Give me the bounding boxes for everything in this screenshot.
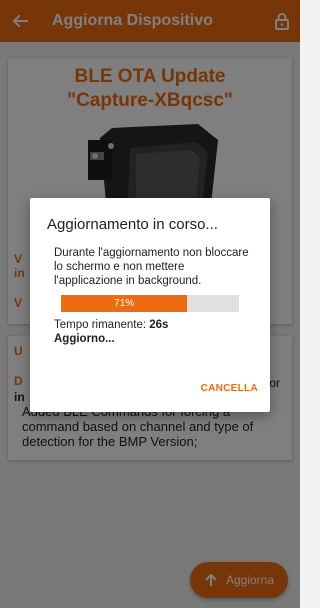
cancel-button[interactable]: CANCELLA — [201, 383, 258, 394]
progress-dialog: Aggiornamento in corso... Durante l'aggi… — [30, 198, 270, 412]
dialog-message: Durante l'aggiornamento non bloccare lo … — [54, 247, 249, 287]
dialog-title: Aggiornamento in corso... — [47, 216, 218, 233]
time-remaining: Tempo rimanente: 26s — [54, 319, 168, 331]
time-remaining-label: Tempo rimanente: — [54, 319, 150, 331]
time-remaining-value: 26s — [149, 319, 169, 331]
progress-bar: 71% — [61, 295, 239, 312]
update-status: Aggiorno... — [54, 333, 115, 345]
progress-label: 71% — [114, 298, 135, 309]
